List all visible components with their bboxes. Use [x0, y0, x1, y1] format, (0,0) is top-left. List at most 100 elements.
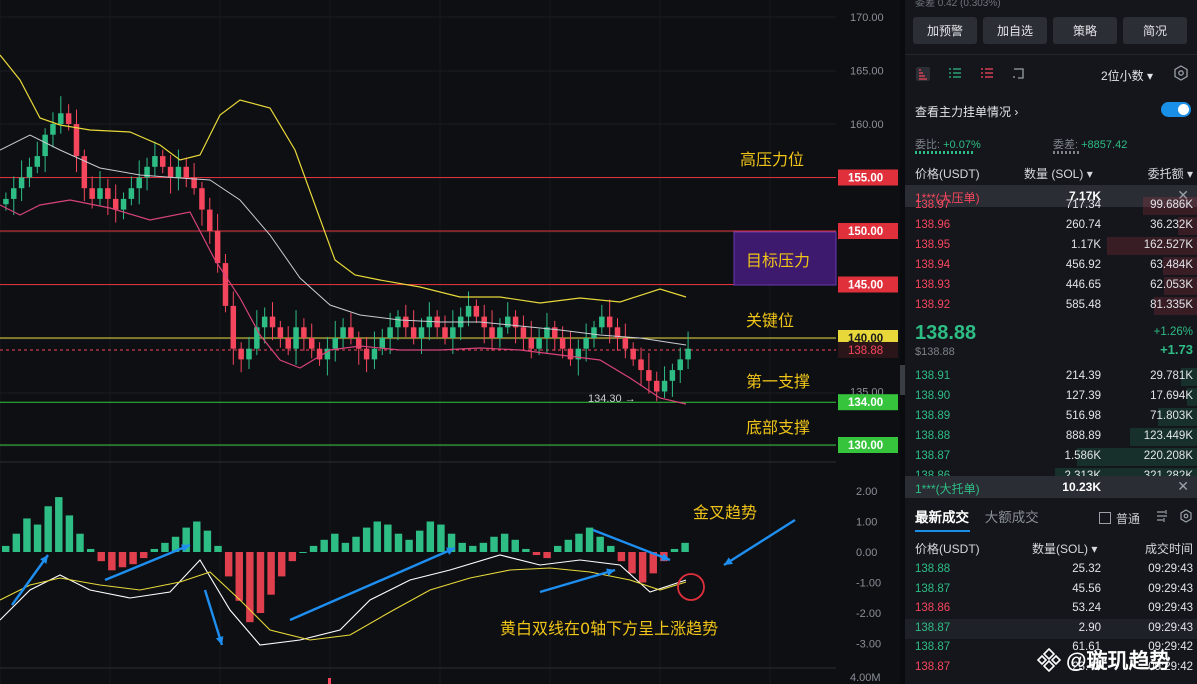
- price-tick-label: 160.00: [850, 119, 884, 131]
- level-text: 底部支撑: [746, 418, 810, 437]
- depth-icon[interactable]: [1011, 66, 1027, 82]
- ask-qty: 717.34: [1065, 199, 1101, 211]
- watermark: @璇玑趋势: [1036, 644, 1196, 676]
- volume-bar: [328, 678, 331, 684]
- candle-body: [128, 188, 135, 199]
- overview-button[interactable]: 简况: [1123, 17, 1187, 44]
- macd-bar: [362, 527, 371, 552]
- candle-body: [379, 338, 386, 349]
- tab-latest-trades[interactable]: 最新成交: [915, 510, 969, 525]
- chevron-down-icon: ▾: [1146, 69, 1153, 83]
- ask-row[interactable]: 138.94 456.92 63.484K: [905, 256, 1197, 276]
- ask-qty: 260.74: [1065, 219, 1101, 231]
- candle-body: [332, 338, 338, 349]
- tab-large-trades[interactable]: 大额成交: [985, 510, 1039, 525]
- close-icon[interactable]: ✕: [1177, 478, 1189, 495]
- candle-body: [230, 305, 237, 349]
- kline-chart[interactable]: 170.00165.00160.00155.00150.00145.00140.…: [0, 0, 900, 684]
- trade-price: 138.87: [915, 621, 951, 634]
- big-bid-row[interactable]: 1***(大托单) 10.23K ✕: [905, 476, 1197, 498]
- level-text: 高压力位: [740, 150, 804, 169]
- candle-body: [606, 316, 613, 328]
- candle-body: [567, 348, 574, 360]
- macd-bar: [267, 552, 275, 595]
- macd-bar: [617, 552, 626, 562]
- candle-body: [65, 113, 72, 124]
- trade-row[interactable]: 138.86 53.24 09:29:43: [905, 599, 1197, 619]
- wei-bi: 委比: +0.07%: [915, 136, 981, 152]
- watchlist-button[interactable]: 加自选: [983, 17, 1047, 44]
- macd-bar: [320, 539, 328, 552]
- decimals-label: 2位小数: [1100, 69, 1144, 83]
- book-asks-icon[interactable]: [979, 66, 995, 82]
- ob-header-qty[interactable]: 数量 (SOL) ▾: [1024, 165, 1093, 182]
- alert-button[interactable]: 加预警: [913, 17, 977, 44]
- bid-row[interactable]: 138.91 214.39 29.781K: [905, 367, 1197, 387]
- macd-bar: [331, 533, 339, 552]
- candle-body: [152, 156, 158, 167]
- level-text: 关键位: [746, 311, 794, 330]
- trade-time: 09:29:43: [1148, 602, 1193, 614]
- trade-row[interactable]: 138.87 2.90 09:29:43: [905, 618, 1197, 639]
- wei-cha: 委差: +8857.42: [1053, 136, 1127, 152]
- ask-total: 63.484K: [1150, 259, 1193, 271]
- main-orders-toggle[interactable]: [1161, 102, 1191, 117]
- macd-bar: [437, 524, 445, 552]
- macd-bar: [352, 536, 360, 552]
- bid-row[interactable]: 138.90 127.39 17.694K: [905, 387, 1197, 407]
- checkbox[interactable]: [1099, 512, 1111, 524]
- bid-row[interactable]: 138.89 516.98 71.803K: [905, 407, 1197, 427]
- bid-row[interactable]: 138.88 888.89 123.449K: [905, 427, 1197, 447]
- ask-total: 162.527K: [1143, 239, 1193, 251]
- candle-body: [363, 348, 370, 360]
- macd-bar: [373, 521, 381, 552]
- book-both-icon[interactable]: [915, 66, 931, 82]
- bid-price: 138.90: [915, 390, 951, 402]
- candle-body: [97, 188, 103, 199]
- book-bids-icon[interactable]: [947, 66, 963, 82]
- candle-body: [661, 380, 668, 392]
- macd-bar: [97, 552, 105, 562]
- macd-bar: [2, 545, 10, 552]
- big-bid-qty: 10.23K: [1062, 480, 1101, 494]
- gear-icon[interactable]: [1179, 509, 1193, 523]
- ask-row[interactable]: 138.97 717.34 99.686K: [905, 196, 1197, 216]
- macd-bar: [150, 548, 159, 552]
- bid-row[interactable]: 138.87 1.586K 220.208K: [905, 447, 1197, 467]
- ask-row[interactable]: 138.93 446.65 62.053K: [905, 276, 1197, 296]
- ratio-bar: [915, 151, 973, 154]
- ask-row[interactable]: 138.96 260.74 36.232K: [905, 216, 1197, 236]
- ask-price: 138.96: [915, 219, 951, 231]
- ask-row[interactable]: 138.92 585.48 81.335K: [905, 296, 1197, 316]
- trade-row[interactable]: 138.87 45.56 09:29:43: [905, 580, 1197, 600]
- order-panel: 委差 0.42 (0.303%) 加预警 加自选 策略 简况 2位小数 ▾ 查看…: [905, 0, 1197, 684]
- ob-header-total[interactable]: 委托额 ▾: [1148, 165, 1193, 182]
- macd-bar: [33, 524, 42, 552]
- normal-filter[interactable]: 普通: [1099, 510, 1140, 527]
- candle-body: [410, 327, 417, 338]
- macd-bar: [458, 542, 466, 552]
- wei-bi-value: +0.07%: [943, 139, 981, 151]
- macd-bar: [416, 530, 424, 552]
- candle-body: [528, 338, 535, 349]
- gear-icon[interactable]: [1173, 65, 1189, 81]
- trade-row[interactable]: 138.88 25.32 09:29:43: [905, 560, 1197, 580]
- strategy-button[interactable]: 策略: [1053, 17, 1117, 44]
- watermark-text: @璇玑趋势: [1066, 650, 1171, 673]
- candle-body: [559, 338, 566, 349]
- candle-body: [246, 348, 252, 360]
- macd-bar: [585, 527, 594, 552]
- decimals-select[interactable]: 2位小数 ▾: [1101, 67, 1153, 84]
- filter-icon[interactable]: [1155, 509, 1169, 523]
- candle-body: [308, 338, 315, 349]
- trade-header-qty[interactable]: 数量(SOL) ▾: [1032, 540, 1097, 557]
- candle-body: [159, 156, 166, 167]
- ask-row[interactable]: 138.95 1.17K 162.527K: [905, 236, 1197, 256]
- macd-bar: [256, 552, 265, 613]
- trend-arrow: [539, 568, 616, 594]
- candle-body: [222, 263, 229, 306]
- main-orders-link[interactable]: 查看主力挂单情况 ›: [915, 103, 1018, 120]
- chart-canvas[interactable]: 170.00165.00160.00155.00150.00145.00140.…: [0, 0, 900, 684]
- macd-bar: [681, 542, 689, 552]
- macd-bar: [607, 545, 615, 552]
